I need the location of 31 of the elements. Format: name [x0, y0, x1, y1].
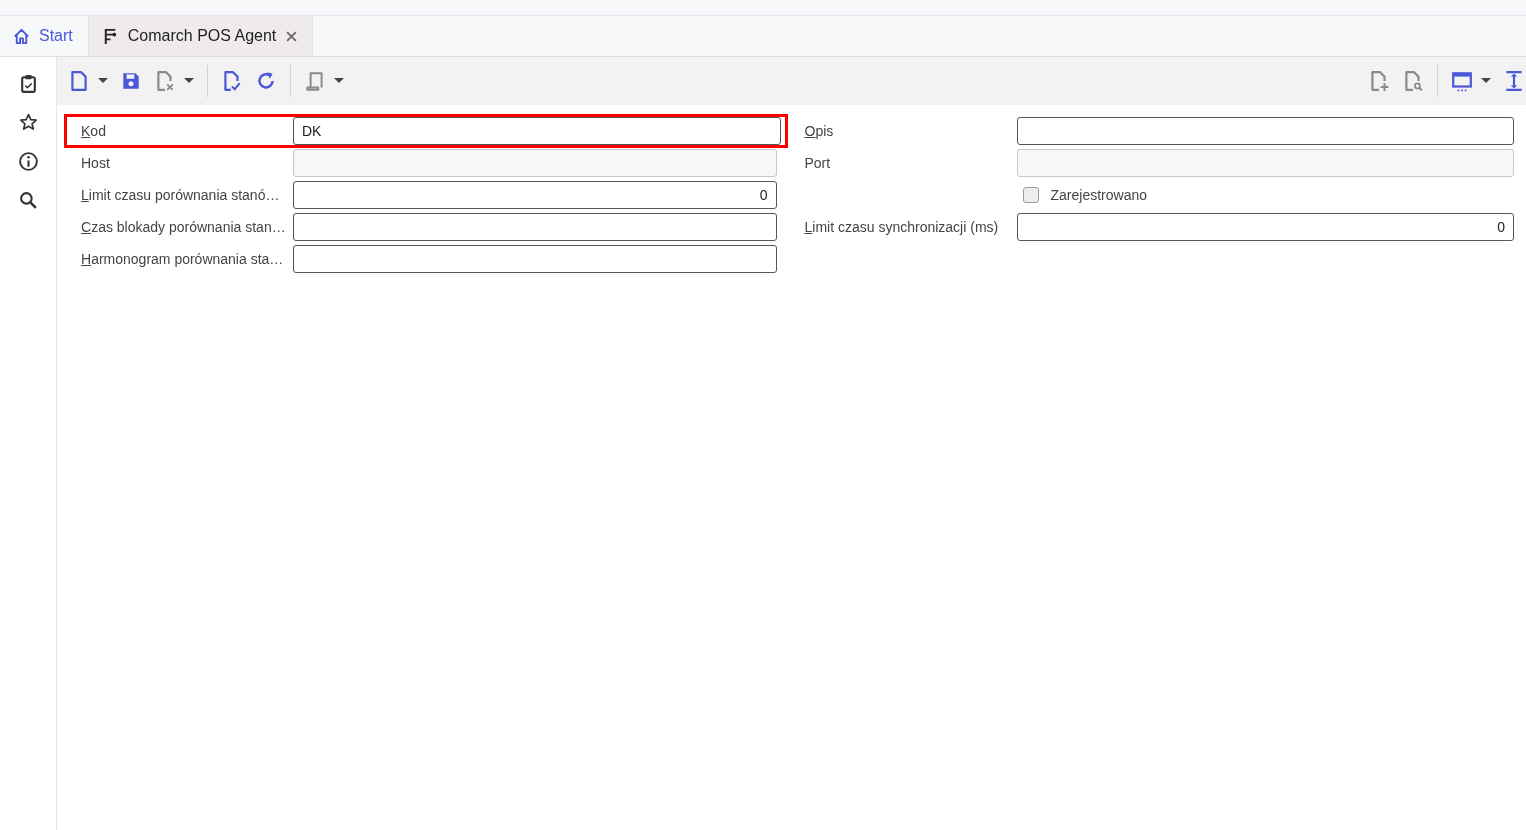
input-field[interactable] [1016, 117, 1514, 145]
close-icon[interactable] [286, 30, 298, 42]
tab[interactable]: Start [0, 16, 89, 56]
input-field[interactable] [293, 245, 777, 273]
field-label: Czas blokady porównania stan… [81, 219, 287, 235]
field-label: Kod [81, 123, 107, 139]
info-icon[interactable] [17, 151, 39, 172]
new-document-icon[interactable] [68, 70, 90, 92]
expand-icon[interactable] [1503, 70, 1525, 92]
checkbox[interactable] [1022, 187, 1039, 203]
checkbox-label: Zarejestrowano [1050, 187, 1147, 203]
field-label: Port [804, 155, 832, 171]
input-field[interactable]: 0 [1016, 213, 1514, 241]
field-label: Limit czasu synchronizacji (ms) [804, 219, 1000, 235]
caret-icon[interactable] [1481, 78, 1491, 84]
search-icon[interactable] [17, 190, 39, 211]
input-field[interactable]: 0 [293, 181, 777, 209]
caret-icon[interactable] [98, 78, 108, 84]
window-icon[interactable] [1451, 70, 1473, 92]
refresh-icon[interactable] [255, 70, 277, 92]
field-label: Limit czasu porównania stanó… [81, 187, 281, 203]
field-label: Host [81, 155, 111, 171]
input-field[interactable]: DK [293, 117, 781, 145]
tab[interactable]: Comarch POS Agent [88, 16, 314, 56]
star-icon[interactable] [17, 112, 39, 133]
document-check-icon[interactable] [221, 70, 243, 92]
input-field[interactable] [293, 213, 777, 241]
field-label: Opis [804, 123, 835, 139]
field-label: Harmonogram porównania sta… [81, 251, 285, 267]
home-icon [12, 26, 31, 46]
save-icon[interactable] [120, 70, 142, 92]
